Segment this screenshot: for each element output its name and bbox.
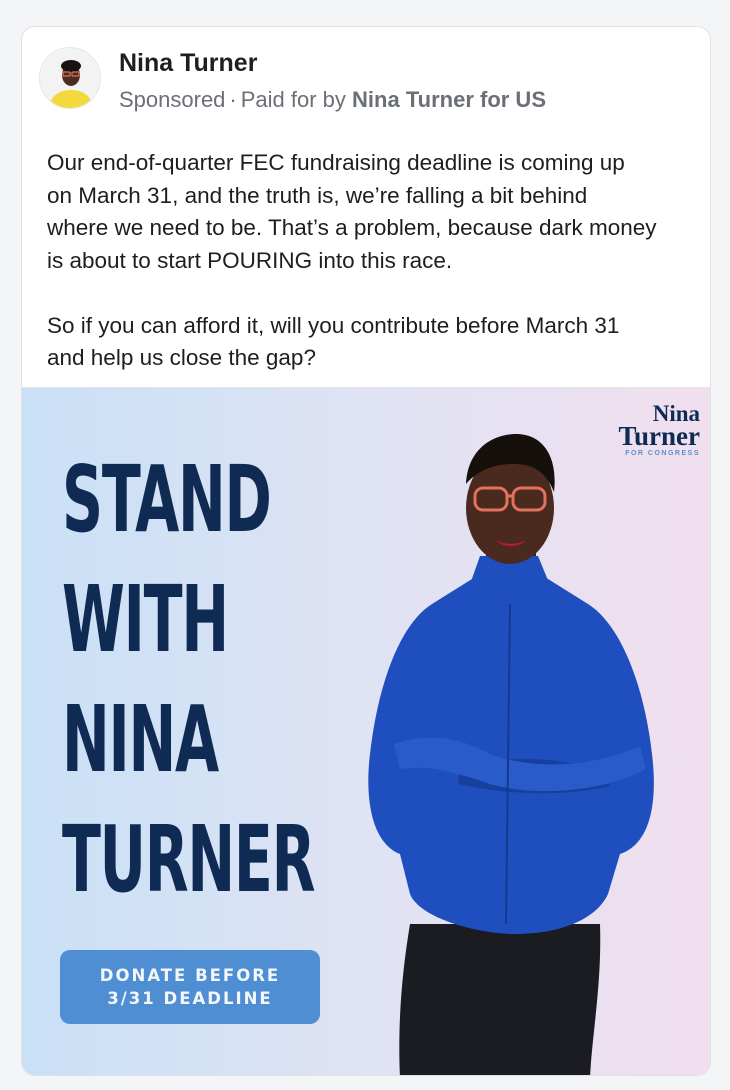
donate-cta-button[interactable]: DONATE BEFORE 3/31 DEADLINE — [60, 950, 320, 1024]
avatar[interactable] — [39, 47, 101, 109]
headline-line: WITH — [62, 566, 229, 673]
cta-line-2: 3/31 DEADLINE — [107, 989, 273, 1008]
ad-creative-image[interactable]: Nina Turner FOR CONGRESS STAND WITH NINA… — [22, 387, 710, 1075]
headline-line: NINA — [62, 686, 219, 793]
author-name[interactable]: Nina Turner — [119, 49, 257, 78]
paid-for-prefix: Paid for by — [240, 87, 346, 112]
post-body-text: Our end-of-quarter FEC fundraising deadl… — [47, 150, 657, 370]
cta-line-1: DONATE BEFORE — [99, 966, 281, 985]
post-meta: Sponsored · Paid for by Nina Turner for US — [119, 87, 546, 113]
sponsored-post-card: Nina Turner Sponsored · Paid for by Nina T… — [21, 26, 711, 1076]
paid-for-name[interactable]: Nina Turner for US — [352, 87, 546, 112]
avatar-photo-icon — [40, 48, 100, 108]
creative-headline: STAND WITH NINA TURNER — [62, 440, 362, 920]
meta-separator: · — [229, 87, 237, 112]
sponsored-label: Sponsored — [119, 87, 226, 112]
post-header: Nina Turner Sponsored · Paid for by Nina T… — [22, 27, 710, 127]
headline-line: TURNER — [62, 806, 316, 913]
candidate-photo-icon — [368, 434, 654, 1075]
headline-line: STAND — [62, 446, 272, 553]
